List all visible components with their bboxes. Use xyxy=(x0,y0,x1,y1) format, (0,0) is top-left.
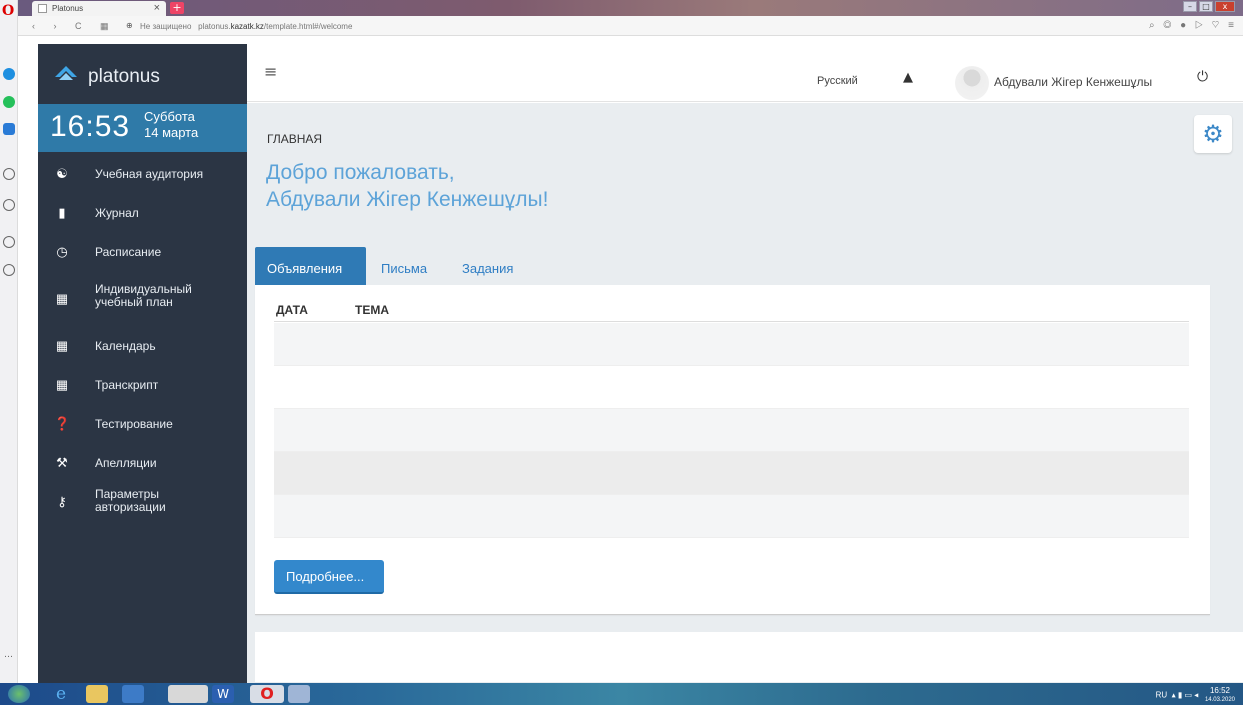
sidebar-item-testing[interactable]: ❓ Тестирование xyxy=(38,406,247,445)
table-row[interactable] xyxy=(274,323,1189,366)
main-content: ⚙ ГЛАВНАЯ Добро пожаловать, Абдували Жіге… xyxy=(247,103,1243,683)
tab-announcements[interactable]: Объявления xyxy=(255,247,366,285)
settings-gear-icon[interactable]: ⚙ xyxy=(1194,115,1232,153)
media-icon[interactable] xyxy=(122,685,144,703)
sidebar-item-journal[interactable]: ▮ Журнал xyxy=(38,195,247,234)
sidebar-item-individual-plan[interactable]: ▦ Индивидуальный учебный план xyxy=(38,273,247,328)
maximize-icon[interactable]: □ xyxy=(1199,1,1213,12)
brand-name: platonus xyxy=(88,66,160,87)
logout-icon[interactable]: ⏻ xyxy=(1197,69,1208,85)
sidebar-item-label: Календарь xyxy=(95,339,156,353)
flow-icon[interactable] xyxy=(3,168,15,180)
opera-logo-icon[interactable]: O xyxy=(2,4,16,18)
whatsapp-icon[interactable] xyxy=(3,96,15,108)
content-tabs: Объявления Письма Задания xyxy=(255,247,1210,285)
key-icon: ⚷ xyxy=(57,494,67,509)
messenger-icon[interactable] xyxy=(3,68,15,80)
favicon-icon xyxy=(38,4,47,13)
sidebar-item-appeals[interactable]: ⚒ Апелляции xyxy=(38,445,247,484)
announcements-panel: ДАТА ТЕМА Подробнее... xyxy=(255,285,1210,615)
top-header: ≡ Русский ▲ Абдували Жігер Кенжешұлы ⏻ xyxy=(247,44,1243,102)
book-icon: ▮ xyxy=(58,205,66,220)
sidebar-item-label: Журнал xyxy=(95,206,139,220)
sidebar-item-schedule[interactable]: ◷ Расписание xyxy=(38,234,247,273)
table-header: ДАТА ТЕМА xyxy=(274,285,1189,322)
system-tray: RU ▴ ▮ ▭ ◂ 16:52 14.03.2020 xyxy=(1155,686,1235,704)
tab-assignments[interactable]: Задания xyxy=(450,247,525,285)
window-controls: – □ x xyxy=(1183,1,1235,12)
heart-icon[interactable] xyxy=(3,199,15,211)
taskbar: e W O RU ▴ ▮ ▭ ◂ 16:52 14.03.2020 xyxy=(0,683,1243,705)
clock-time: 16:53 xyxy=(50,110,131,143)
language-selector[interactable]: Русский xyxy=(817,75,858,87)
clock-day: Суббота xyxy=(144,109,195,124)
tab-letters[interactable]: Письма xyxy=(369,247,439,285)
breadcrumb: ГЛАВНАЯ xyxy=(267,132,323,146)
opera-sidebar: O … xyxy=(0,0,18,683)
table-icon: ▦ xyxy=(55,377,69,392)
sidebar-menu: ☯ Учебная аудитория ▮ Журнал ◷ Расписани… xyxy=(38,156,247,539)
network-app-icon[interactable] xyxy=(288,685,310,703)
clock-widget: 16:53 Суббота 14 марта xyxy=(38,104,247,152)
table-row[interactable] xyxy=(274,495,1189,538)
content-footer xyxy=(255,632,1243,682)
more-icon[interactable]: … xyxy=(4,650,13,660)
sidebar-item-auth-settings[interactable]: ⚷ Параметры авторизации xyxy=(38,484,247,539)
word-icon[interactable]: W xyxy=(212,685,234,703)
platonus-logo-icon xyxy=(55,66,77,80)
brand[interactable]: platonus xyxy=(38,44,247,104)
browser-tabbar: Platonus × + – □ x xyxy=(18,0,1243,16)
more-button[interactable]: Подробнее... xyxy=(274,560,384,594)
tray-language[interactable]: RU xyxy=(1156,691,1168,700)
user-name[interactable]: Абдували Жігер Кенжешұлы xyxy=(994,75,1152,89)
nav-buttons[interactable]: ‹ › C ▦ xyxy=(32,21,117,32)
sidebar-item-label: Учебная аудитория xyxy=(95,167,204,181)
sidebar-item-label: Тестирование xyxy=(95,417,173,431)
settings-icon[interactable] xyxy=(3,264,15,276)
question-icon: ❓ xyxy=(54,416,71,431)
grid-icon: ▦ xyxy=(55,291,69,306)
sidebar-item-label: Апелляции xyxy=(95,456,157,470)
warning-icon[interactable]: ▲ xyxy=(903,70,913,85)
close-tab-icon[interactable]: × xyxy=(154,2,160,14)
ie-icon[interactable]: e xyxy=(50,685,72,703)
sidebar-item-label: Индивидуальный учебный план xyxy=(95,282,192,309)
sidebar-item-transcript[interactable]: ▦ Транскрипт xyxy=(38,367,247,406)
globe-icon[interactable]: ⊕ xyxy=(126,21,133,30)
sidebar: platonus 16:53 Суббота 14 марта ☯ Учебна… xyxy=(38,44,247,683)
column-subject[interactable]: ТЕМА xyxy=(355,303,389,317)
table-row[interactable] xyxy=(274,409,1189,452)
table-row[interactable] xyxy=(274,452,1189,495)
sidebar-item-label: Расписание xyxy=(95,245,162,259)
new-tab-button[interactable]: + xyxy=(170,2,184,14)
tray-clock[interactable]: 16:52 14.03.2020 xyxy=(1205,687,1235,704)
tab-title: Platonus xyxy=(52,4,84,13)
start-button-icon[interactable] xyxy=(8,685,30,703)
sidebar-item-calendar[interactable]: ▦ Календарь xyxy=(38,328,247,367)
clock-date: 14 марта xyxy=(144,125,199,140)
sidebar-item-classroom[interactable]: ☯ Учебная аудитория xyxy=(38,156,247,195)
calendar-icon: ▦ xyxy=(55,338,69,353)
avatar[interactable] xyxy=(955,66,989,100)
history-icon[interactable] xyxy=(3,236,15,248)
opera-taskbar-icon[interactable]: O xyxy=(250,685,284,703)
address-bar: ‹ › C ▦ ⊕ Не защищено platonus.kazatk.kz… xyxy=(18,16,1243,36)
explorer-icon[interactable] xyxy=(86,685,108,703)
browser-tab[interactable]: Platonus × xyxy=(32,1,166,16)
address-right-icons[interactable]: ⌕ ◎ ● ▷ ♡ ≡ xyxy=(1149,20,1237,31)
sidebar-item-label: Транскрипт xyxy=(95,378,159,392)
gavel-icon: ⚒ xyxy=(56,455,68,470)
vk-icon[interactable] xyxy=(3,123,15,135)
column-date[interactable]: ДАТА xyxy=(276,303,308,317)
users-icon: ☯ xyxy=(56,166,68,181)
url-field[interactable]: Не защищено platonus.kazatk.kz/template.… xyxy=(140,22,352,31)
clock-icon: ◷ xyxy=(56,244,68,259)
menu-toggle-icon[interactable]: ≡ xyxy=(264,62,277,81)
close-window-icon[interactable]: x xyxy=(1215,1,1235,12)
chrome-icon[interactable] xyxy=(168,685,208,703)
minimize-icon[interactable]: – xyxy=(1183,1,1197,12)
page-title: Добро пожаловать, Абдували Жігер Кенжешұл… xyxy=(266,161,549,211)
table-row[interactable] xyxy=(274,366,1189,409)
sidebar-item-label: Параметры авторизации xyxy=(95,487,166,514)
